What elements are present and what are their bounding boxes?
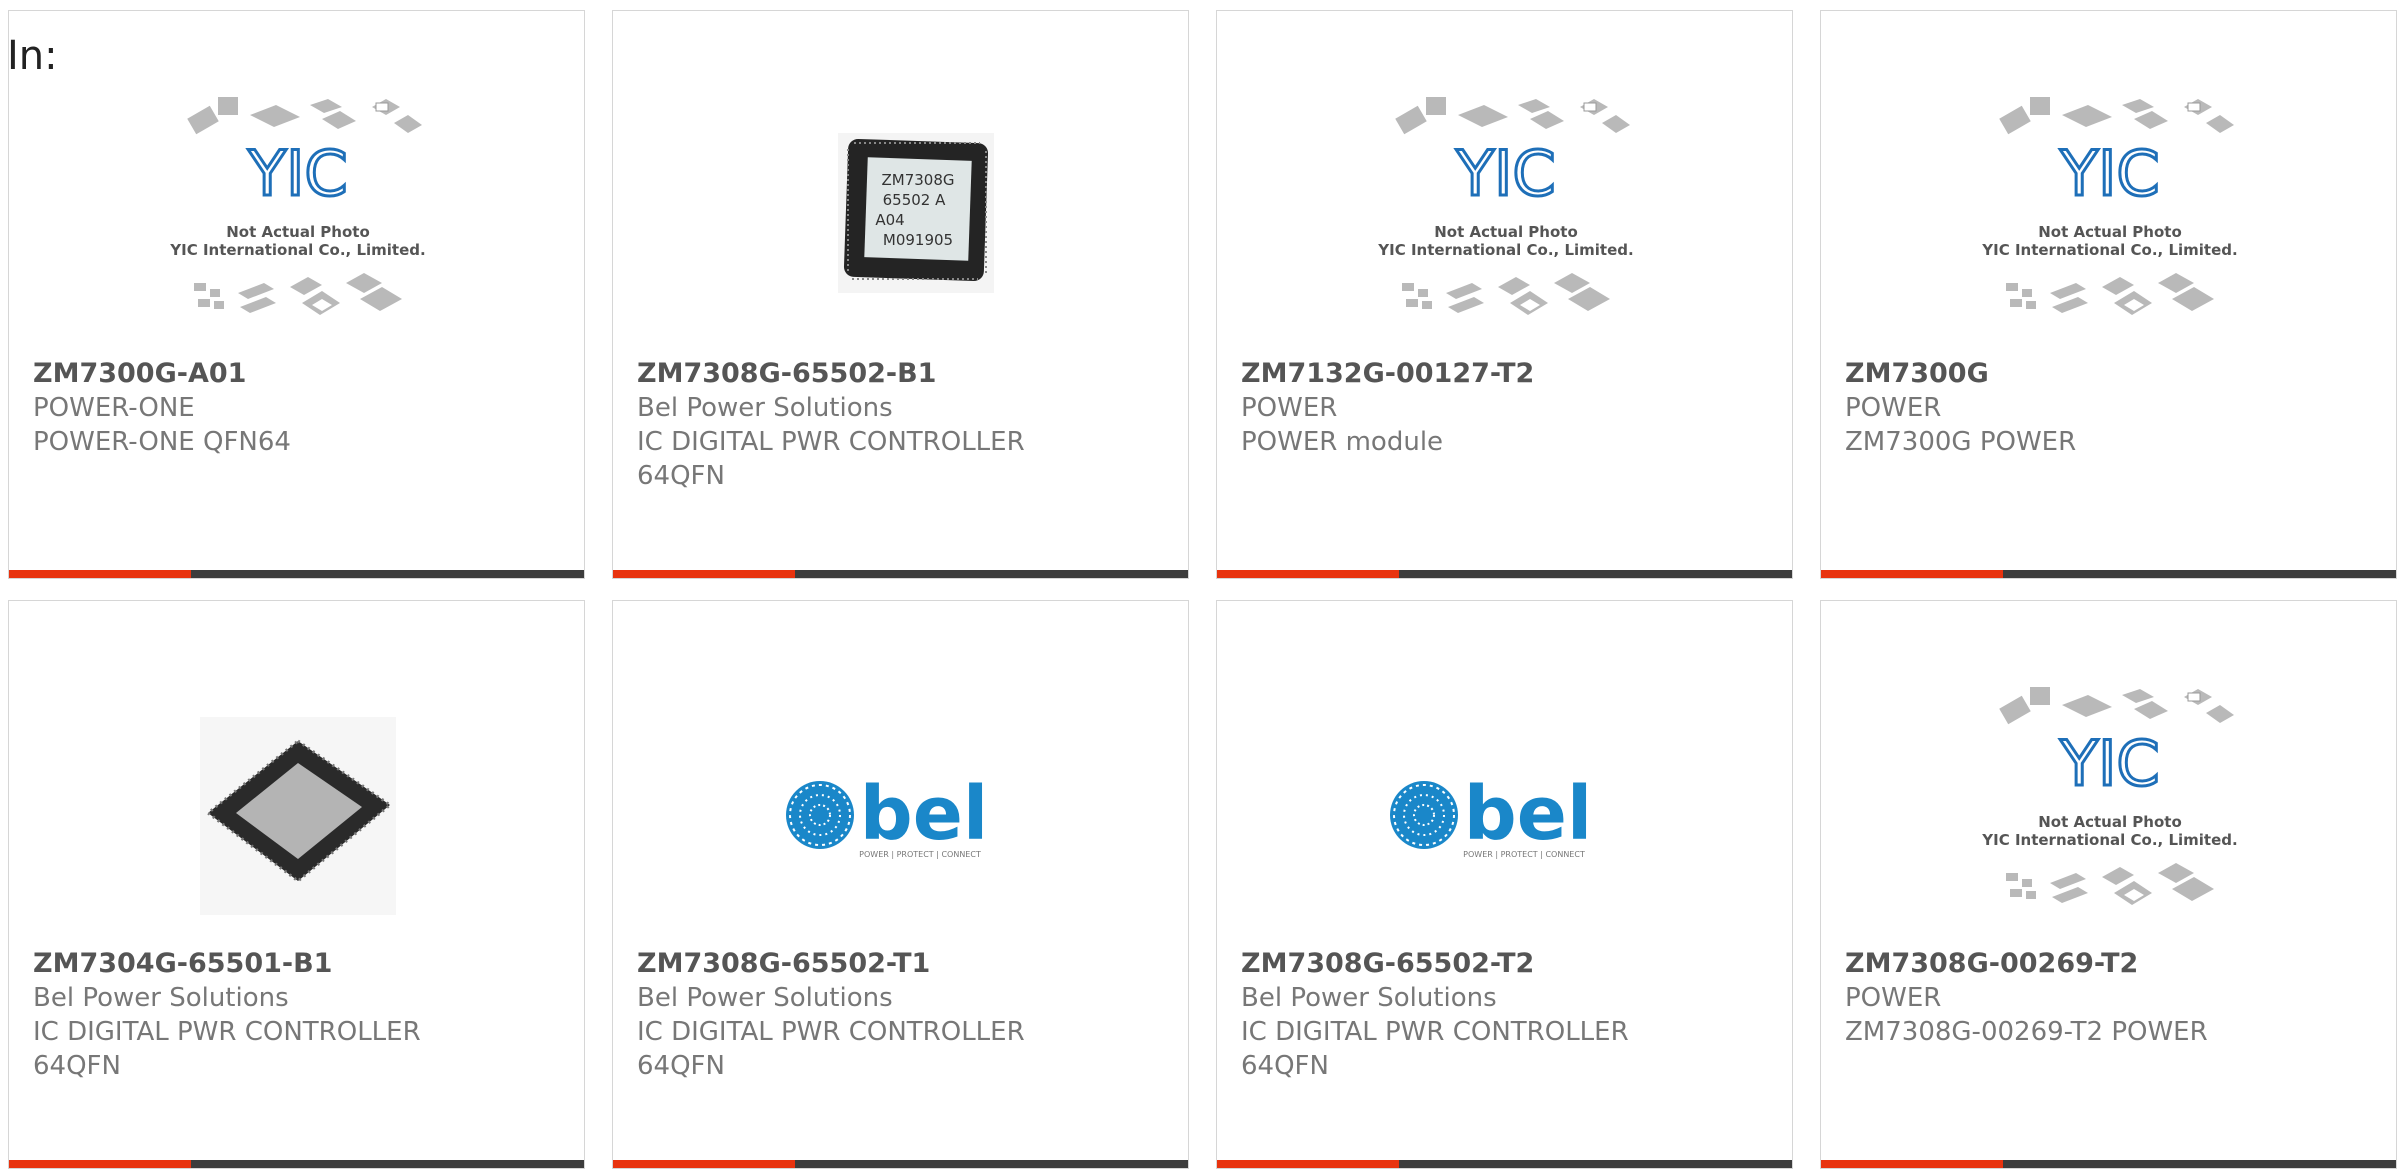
svg-text:YIC: YIC (2059, 137, 2159, 210)
card-bottom-bar (1217, 1160, 1792, 1168)
svg-text:YIC: YIC (247, 137, 347, 210)
card-bottom-bar (9, 1160, 584, 1168)
description-text: IC DIGITAL PWR CONTROLLER 64QFN (33, 1017, 421, 1081)
svg-text:POWER | PROTECT | CONNECT: POWER | PROTECT | CONNECT (859, 850, 981, 859)
svg-text:M091905: M091905 (883, 231, 953, 249)
placeholder-icon: YIC Not Actual Photo YIC International C… (1358, 93, 1654, 359)
svg-text:65502 A: 65502 A (883, 191, 946, 209)
manufacturer-text: POWER (1845, 983, 1942, 1013)
description-text: IC DIGITAL PWR CONTROLLER 64QFN (637, 427, 1025, 491)
product-grid: YIC Not Actual Photo YIC International C… (0, 0, 2400, 1169)
card-bottom-bar (613, 1160, 1188, 1168)
product-card[interactable]: bel POWER | PROTECT | CONNECT ZM7308G-65… (612, 600, 1189, 1169)
card-bottom-bar (1217, 570, 1792, 578)
placeholder-icon: YIC Not Actual Photo YIC International C… (150, 93, 446, 359)
svg-text:A04: A04 (875, 211, 904, 229)
part-number-link[interactable]: ZM7308G-65502-B1 (637, 357, 1168, 391)
svg-text:Not Actual Photo: Not Actual Photo (1434, 223, 1578, 241)
product-card[interactable]: YIC Not Actual Photo YIC International C… (1820, 600, 2397, 1169)
svg-text:YIC: YIC (1455, 137, 1555, 210)
part-number-link[interactable]: ZM7132G-00127-T2 (1241, 357, 1772, 391)
filter-label: In: (7, 33, 58, 79)
description-text: ZM7308G-00269-T2 POWER (1845, 1017, 2208, 1047)
part-number-link[interactable]: ZM7300G-A01 (33, 357, 564, 391)
bel-logo-icon: bel POWER | PROTECT | CONNECT (1358, 683, 1654, 949)
manufacturer-text: POWER (1845, 393, 1942, 423)
svg-text:YIC International Co., Limited: YIC International Co., Limited. (1981, 241, 2237, 259)
description-text: IC DIGITAL PWR CONTROLLER 64QFN (637, 1017, 1025, 1081)
svg-text:bel: bel (1464, 771, 1593, 857)
product-card[interactable]: YIC Not Actual Photo YIC International C… (1820, 10, 2397, 579)
manufacturer-text: POWER (1241, 393, 1338, 423)
svg-text:YIC International Co., Limited: YIC International Co., Limited. (169, 241, 425, 259)
card-bottom-bar (1821, 570, 2396, 578)
placeholder-icon: YIC Not Actual Photo YIC International C… (1962, 683, 2258, 949)
description-text: POWER-ONE QFN64 (33, 427, 291, 457)
chip-photo-icon: ZM7308G 65502 A A04 M091905 (754, 93, 1050, 359)
svg-text:ZM7308G: ZM7308G (881, 171, 954, 189)
part-number-link[interactable]: ZM7308G-00269-T2 (1845, 947, 2376, 981)
product-card[interactable]: YIC Not Actual Photo YIC International C… (8, 10, 585, 579)
part-number-link[interactable]: ZM7304G-65501-B1 (33, 947, 564, 981)
part-number-link[interactable]: ZM7300G (1845, 357, 2376, 391)
svg-text:YIC: YIC (2059, 727, 2159, 800)
part-number-link[interactable]: ZM7308G-65502-T2 (1241, 947, 1772, 981)
manufacturer-text: Bel Power Solutions (33, 983, 289, 1013)
product-card[interactable]: ZM7304G-65501-B1 Bel Power Solutions IC … (8, 600, 585, 1169)
product-card[interactable]: ZM7308G 65502 A A04 M091905 ZM7308G-6550… (612, 10, 1189, 579)
svg-text:YIC International Co., Limited: YIC International Co., Limited. (1981, 831, 2237, 849)
manufacturer-text: Bel Power Solutions (1241, 983, 1497, 1013)
bel-logo-icon: bel POWER | PROTECT | CONNECT (754, 683, 1050, 949)
product-card[interactable]: YIC Not Actual Photo YIC International C… (1216, 10, 1793, 579)
manufacturer-text: Bel Power Solutions (637, 393, 893, 423)
manufacturer-text: Bel Power Solutions (637, 983, 893, 1013)
svg-text:YIC International Co., Limited: YIC International Co., Limited. (1377, 241, 1633, 259)
manufacturer-text: POWER-ONE (33, 393, 195, 423)
svg-text:Not Actual Photo: Not Actual Photo (2038, 813, 2182, 831)
svg-text:Not Actual Photo: Not Actual Photo (2038, 223, 2182, 241)
qfn-chip-icon (150, 683, 446, 949)
svg-text:Not Actual Photo: Not Actual Photo (226, 223, 370, 241)
card-bottom-bar (1821, 1160, 2396, 1168)
svg-text:bel: bel (860, 771, 989, 857)
svg-text:POWER | PROTECT | CONNECT: POWER | PROTECT | CONNECT (1463, 850, 1585, 859)
description-text: ZM7300G POWER (1845, 427, 2077, 457)
part-number-link[interactable]: ZM7308G-65502-T1 (637, 947, 1168, 981)
placeholder-icon: YIC Not Actual Photo YIC International C… (1962, 93, 2258, 359)
card-bottom-bar (9, 570, 584, 578)
description-text: IC DIGITAL PWR CONTROLLER 64QFN (1241, 1017, 1629, 1081)
product-card[interactable]: bel POWER | PROTECT | CONNECT ZM7308G-65… (1216, 600, 1793, 1169)
card-bottom-bar (613, 570, 1188, 578)
description-text: POWER module (1241, 427, 1444, 457)
